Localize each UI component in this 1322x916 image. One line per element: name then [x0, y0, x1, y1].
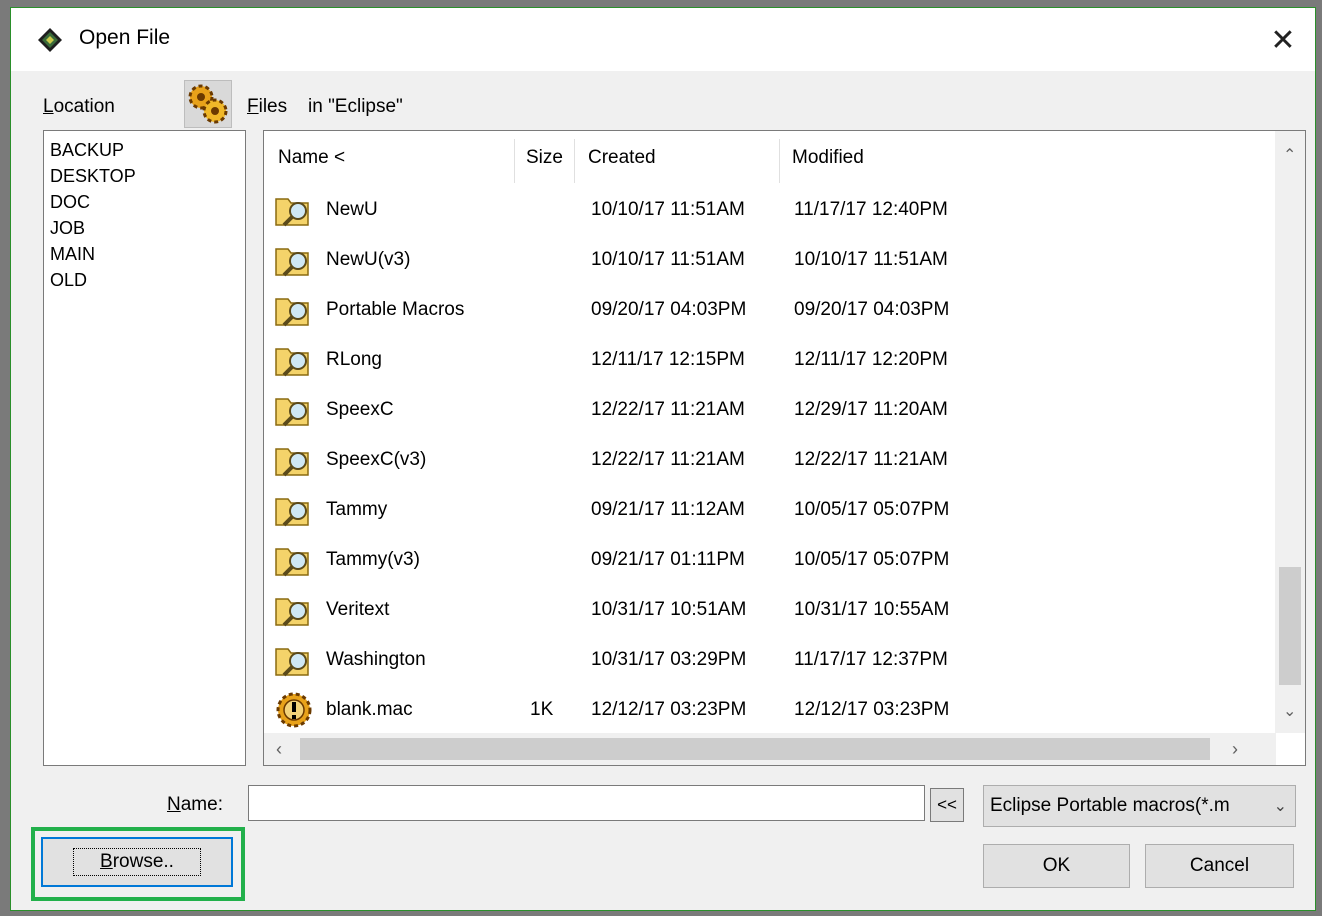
column-header-name[interactable]: Name < — [278, 131, 345, 185]
location-item[interactable]: DOC — [44, 189, 245, 215]
vertical-scrollbar[interactable]: ⌃ ⌄ — [1275, 131, 1305, 733]
file-created-cell: 09/21/17 11:12AM — [591, 499, 745, 520]
browse-button[interactable]: Browse.. — [41, 837, 233, 887]
file-created-cell: 10/31/17 03:29PM — [591, 649, 747, 670]
table-row[interactable]: blank.mac 1K 12/12/17 03:23PM 12/12/17 03:2… — [264, 685, 1264, 735]
table-row[interactable]: NewU 10/10/17 11:51AM 11/17/17 12:40PM — [264, 185, 1264, 235]
close-button[interactable]: ✕ — [1261, 18, 1305, 62]
folder-search-icon — [274, 635, 314, 685]
file-name-cell: Tammy(v3) — [326, 549, 420, 570]
dialog-title: Open File — [79, 26, 171, 49]
horizontal-scroll-thumb[interactable] — [300, 738, 1210, 760]
file-type-selected: Eclipse Portable macros(*.m — [990, 795, 1230, 816]
chevron-down-icon: ⌄ — [1273, 798, 1287, 815]
file-modified-cell: 12/11/17 12:20PM — [794, 349, 948, 370]
table-row[interactable]: Washington 10/31/17 03:29PM 11/17/17 12:37… — [264, 635, 1264, 685]
file-name-cell: NewU(v3) — [326, 249, 411, 270]
folder-search-icon — [274, 385, 314, 435]
app-diamond-icon — [38, 28, 62, 52]
file-created-cell: 10/10/17 11:51AM — [591, 199, 745, 220]
file-created-cell: 10/31/17 10:51AM — [591, 599, 747, 620]
chevron-up-icon[interactable]: ⌃ — [1283, 145, 1296, 165]
file-modified-cell: 12/12/17 03:23PM — [794, 699, 950, 720]
location-item[interactable]: BACKUP — [44, 137, 245, 163]
file-type-select[interactable]: Eclipse Portable macros(*.m ⌄ — [983, 785, 1296, 827]
table-row[interactable]: SpeexC(v3) 12/22/17 11:21AM 12/22/17 11:21… — [264, 435, 1264, 485]
file-created-cell: 09/20/17 04:03PM — [591, 299, 747, 320]
file-modified-cell: 12/22/17 11:21AM — [794, 449, 948, 470]
ok-button[interactable]: OK — [983, 844, 1130, 888]
file-name-cell: Portable Macros — [326, 299, 465, 320]
file-created-cell: 10/10/17 11:51AM — [591, 249, 745, 270]
macro-file-icon — [274, 685, 314, 735]
file-created-cell: 12/22/17 11:21AM — [591, 449, 745, 470]
location-item[interactable]: OLD — [44, 267, 245, 293]
toggle-location-button[interactable]: << — [930, 788, 964, 822]
location-label: Location — [43, 96, 115, 117]
file-name-cell: SpeexC(v3) — [326, 449, 427, 470]
files-location-context: in "Eclipse" — [308, 96, 403, 117]
location-list: BACKUP DESKTOP DOC JOB MAIN OLD — [43, 130, 246, 766]
table-row[interactable]: Tammy(v3) 09/21/17 01:11PM 10/05/17 05:07P… — [264, 535, 1264, 585]
table-row[interactable]: NewU(v3) 10/10/17 11:51AM 10/10/17 11:51AM — [264, 235, 1264, 285]
file-modified-cell: 10/31/17 10:55AM — [794, 599, 950, 620]
vertical-scroll-thumb[interactable] — [1279, 567, 1301, 685]
file-name-cell: blank.mac — [326, 699, 413, 720]
table-row[interactable]: Veritext 10/31/17 10:51AM 10/31/17 10:55AM — [264, 585, 1264, 635]
file-modified-cell: 10/10/17 11:51AM — [794, 249, 948, 270]
column-divider[interactable] — [779, 139, 780, 183]
file-created-cell: 12/22/17 11:21AM — [591, 399, 745, 420]
column-divider[interactable] — [574, 139, 575, 183]
folder-search-icon — [274, 285, 314, 335]
table-row[interactable]: RLong 12/11/17 12:15PM 12/11/17 12:20PM — [264, 335, 1264, 385]
folder-search-icon — [274, 535, 314, 585]
files-label: Files — [247, 96, 288, 117]
column-header-created[interactable]: Created — [588, 131, 656, 185]
file-modified-cell: 10/05/17 05:07PM — [794, 499, 950, 520]
file-name-cell: Tammy — [326, 499, 388, 520]
cancel-button[interactable]: Cancel — [1145, 844, 1294, 888]
chevron-right-icon[interactable]: › — [1232, 739, 1238, 760]
location-item[interactable]: JOB — [44, 215, 245, 241]
file-name-cell: Washington — [326, 649, 426, 670]
column-header-size[interactable]: Size — [526, 131, 563, 185]
location-item[interactable]: DESKTOP — [44, 163, 245, 189]
file-modified-cell: 12/29/17 11:20AM — [794, 399, 948, 420]
file-created-cell: 12/11/17 12:15PM — [591, 349, 745, 370]
file-name-input[interactable] — [248, 785, 925, 821]
chevron-left-icon[interactable]: ‹ — [276, 739, 282, 760]
table-row[interactable]: SpeexC 12/22/17 11:21AM 12/29/17 11:20AM — [264, 385, 1264, 435]
files-list: Name < Size Created Modified NewU 10/10/1… — [263, 130, 1306, 766]
name-label: Name: — [167, 794, 223, 815]
file-modified-cell: 11/17/17 12:37PM — [794, 649, 948, 670]
title-bar: Open File ✕ — [11, 8, 1315, 71]
folder-search-icon — [274, 435, 314, 485]
table-row[interactable]: Tammy 09/21/17 11:12AM 10/05/17 05:07PM — [264, 485, 1264, 535]
location-item[interactable]: MAIN — [44, 241, 245, 267]
file-name-cell: Veritext — [326, 599, 390, 620]
file-modified-cell: 09/20/17 04:03PM — [794, 299, 950, 320]
column-header-modified[interactable]: Modified — [792, 131, 864, 185]
table-row[interactable]: Portable Macros 09/20/17 04:03PM 09/20/17 … — [264, 285, 1264, 335]
file-created-cell: 09/21/17 01:11PM — [591, 549, 745, 570]
file-size-cell: 1K — [530, 699, 554, 720]
close-icon: ✕ — [1270, 23, 1296, 57]
file-name-cell: RLong — [326, 349, 382, 370]
horizontal-scrollbar[interactable]: ‹ › — [264, 733, 1276, 765]
file-modified-cell: 10/05/17 05:07PM — [794, 549, 950, 570]
column-divider[interactable] — [514, 139, 515, 183]
file-name-cell: NewU — [326, 199, 378, 220]
file-name-cell: SpeexC — [326, 399, 394, 420]
gear-folder-icon[interactable] — [184, 80, 232, 128]
folder-search-icon — [274, 335, 314, 385]
folder-search-icon — [274, 485, 314, 535]
folder-search-icon — [274, 185, 314, 235]
file-created-cell: 12/12/17 03:23PM — [591, 699, 747, 720]
open-file-dialog: Open File ✕ Location Files in "Eclipse" … — [10, 7, 1316, 911]
file-modified-cell: 11/17/17 12:40PM — [794, 199, 948, 220]
folder-search-icon — [274, 585, 314, 635]
folder-search-icon — [274, 235, 314, 285]
browse-label: Browse.. — [73, 848, 201, 876]
chevron-down-icon[interactable]: ⌄ — [1283, 701, 1296, 721]
